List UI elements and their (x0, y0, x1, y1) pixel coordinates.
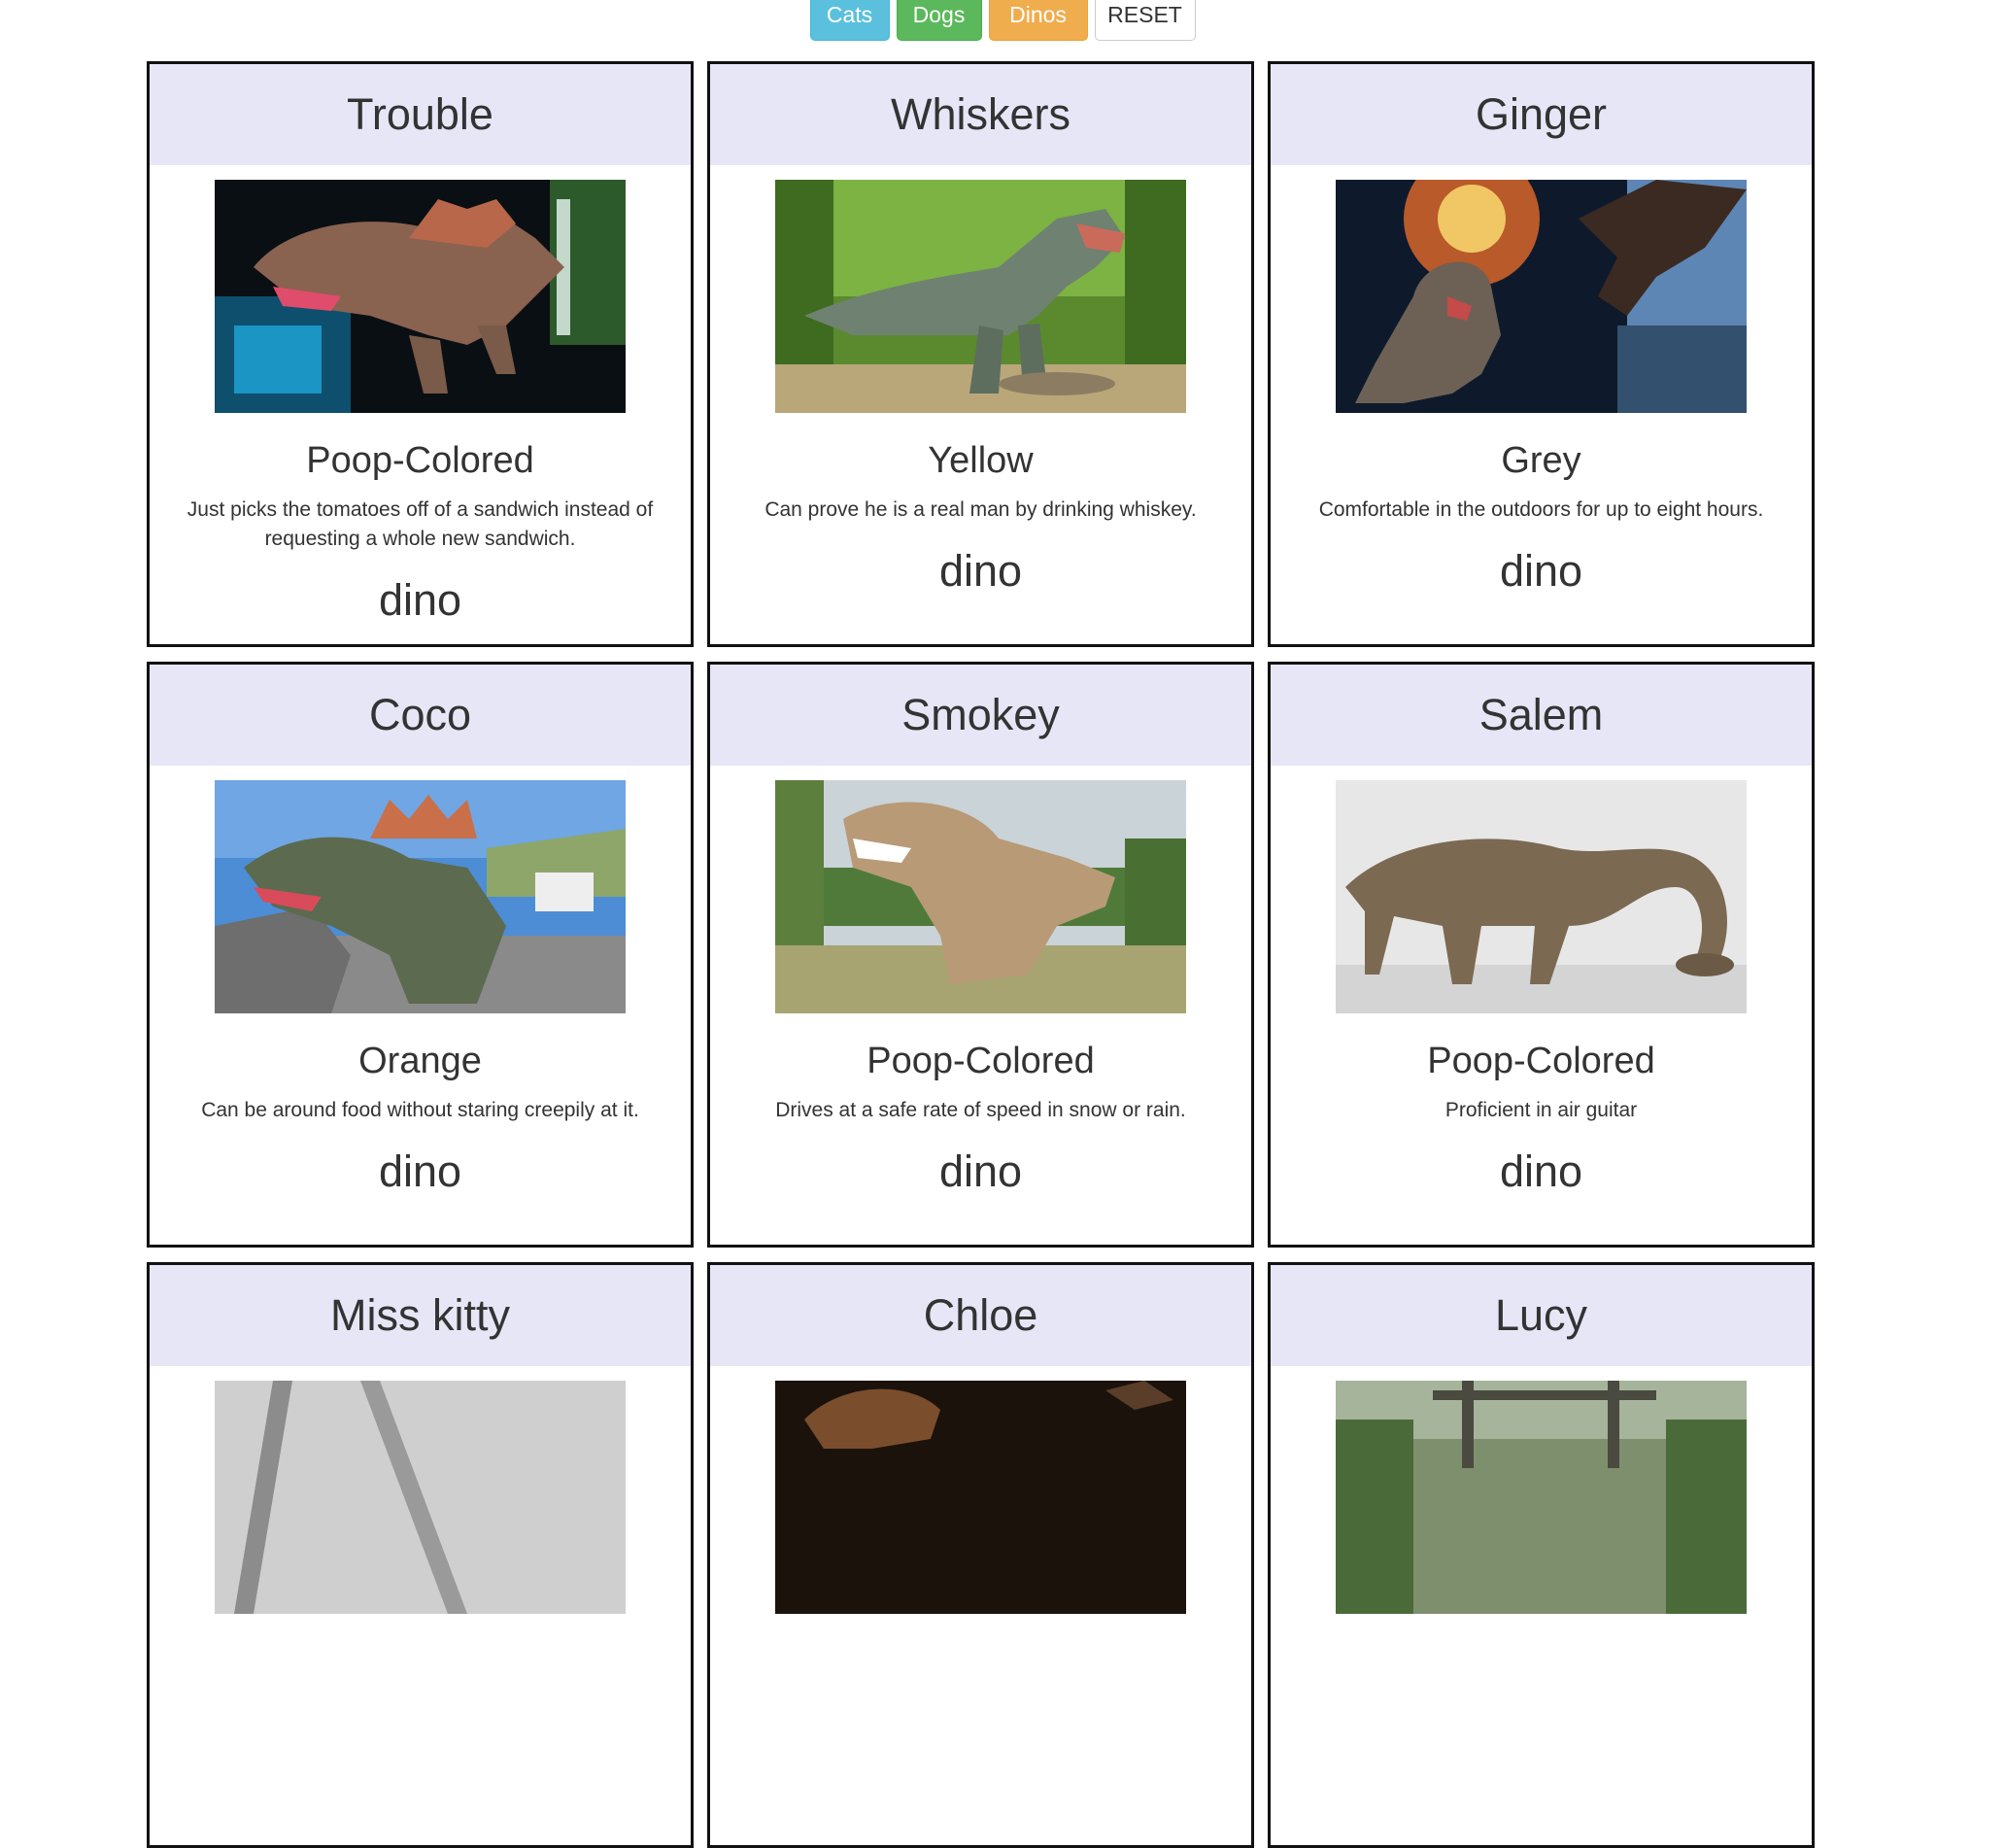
pet-name: Whiskers (710, 64, 1251, 165)
pet-name: Lucy (1271, 1265, 1812, 1366)
pet-description: Can prove he is a real man by drinking w… (765, 498, 1197, 521)
pet-photo (775, 1381, 1186, 1614)
pet-photo (775, 180, 1186, 413)
pet-card: Smokey Poop-Colored Drives at a safe rat… (707, 662, 1254, 1248)
cats-filter-button[interactable]: Cats (809, 0, 890, 41)
pet-photo (215, 1381, 626, 1614)
pet-description: Proficient in air guitar (1444, 1099, 1638, 1121)
pet-photo (1336, 1381, 1747, 1614)
pet-type: dino (378, 1146, 462, 1196)
pet-photo (1336, 780, 1747, 1013)
pet-description: Comfortable in the outdoors for up to ei… (1318, 498, 1764, 521)
pet-description: Can be around food without staring creep… (201, 1099, 639, 1121)
pet-card: Ginger Grey Comfortable in the outdoors … (1268, 61, 1815, 647)
pet-card: Miss kitty (147, 1262, 694, 1848)
pet-color: Yellow (928, 440, 1034, 481)
dinos-filter-button[interactable]: Dinos (988, 0, 1088, 41)
pet-card: Trouble Poop-Colored Just picks the toma… (147, 61, 694, 647)
pet-name: Salem (1271, 665, 1812, 766)
pet-photo (215, 180, 626, 413)
pet-type: dino (938, 1146, 1023, 1196)
pet-color: Grey (1501, 440, 1581, 481)
pet-name: Chloe (710, 1265, 1251, 1366)
pet-description: Just picks the tomatoes off of a sandwic… (187, 498, 654, 550)
pet-card: Salem Poop-Colored Proficient in air gui… (1268, 662, 1815, 1248)
pet-card: Chloe (707, 1262, 1254, 1848)
filter-toolbar: Cats Dogs Dinos RESET (0, 0, 2005, 41)
pet-card: Whiskers Yellow Can prove he is a real m… (707, 61, 1254, 647)
pet-color: Poop-Colored (1427, 1041, 1655, 1081)
pet-description: Drives at a safe rate of speed in snow o… (775, 1099, 1186, 1121)
pet-card: Lucy (1268, 1262, 1815, 1848)
pet-name: Trouble (150, 64, 691, 165)
pet-photo (215, 780, 626, 1013)
reset-button[interactable]: RESET (1094, 0, 1196, 41)
pet-color: Poop-Colored (306, 440, 534, 481)
pet-type: dino (1499, 546, 1583, 596)
dogs-filter-button[interactable]: Dogs (896, 0, 982, 41)
pet-name: Coco (150, 665, 691, 766)
pet-type: dino (378, 575, 462, 625)
pet-name: Miss kitty (150, 1265, 691, 1366)
pet-card-grid: Trouble Poop-Colored Just picks the toma… (147, 61, 1815, 1848)
pet-photo (1336, 180, 1747, 413)
pet-color: Poop-Colored (867, 1041, 1095, 1081)
pet-color: Orange (358, 1041, 482, 1081)
pet-type: dino (1499, 1146, 1583, 1196)
pet-type: dino (938, 546, 1023, 596)
pet-name: Ginger (1271, 64, 1812, 165)
pet-card: Coco Orange Can be around food without s… (147, 662, 694, 1248)
pet-name: Smokey (710, 665, 1251, 766)
pet-photo (775, 780, 1186, 1013)
